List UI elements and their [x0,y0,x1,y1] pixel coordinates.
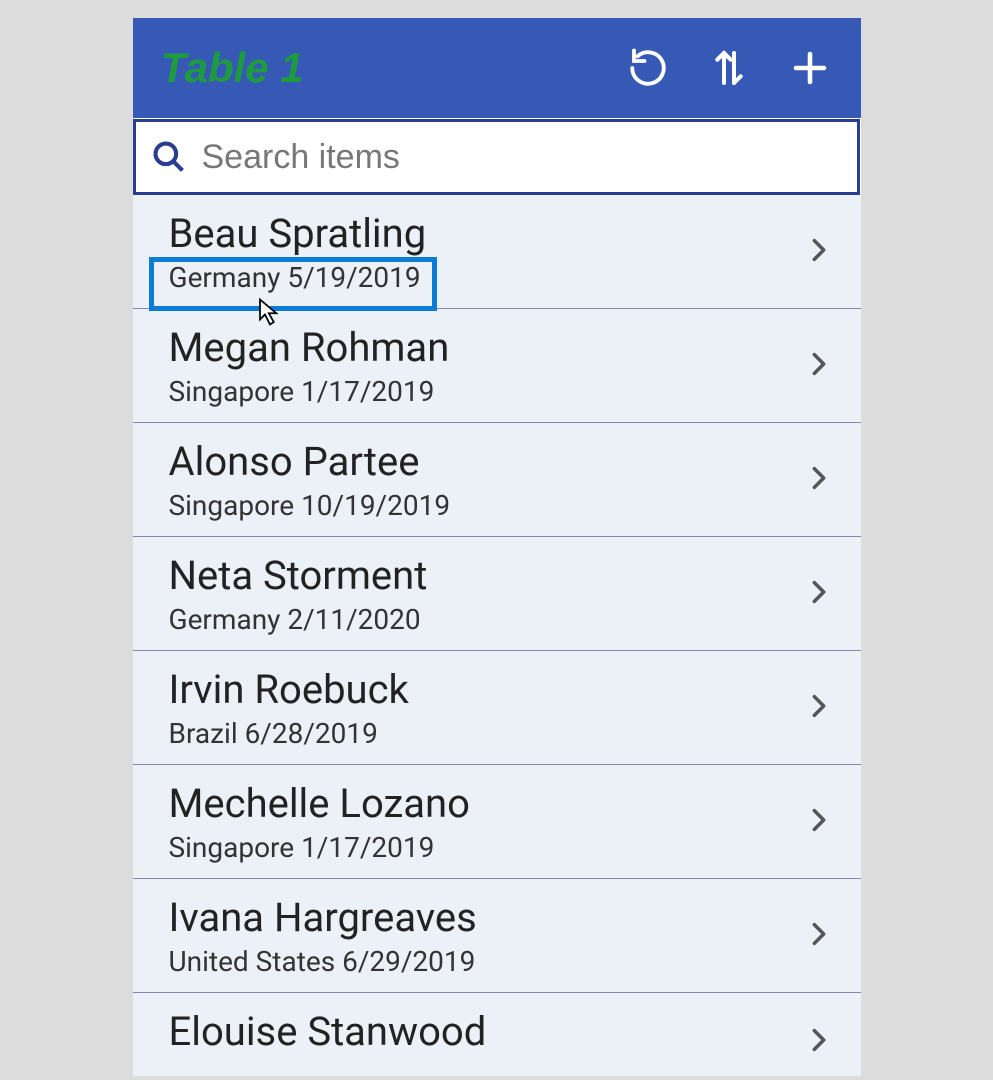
header-actions [627,46,841,90]
item-sub: Singapore 10/19/2019 [169,489,451,522]
list-item-body: Irvin Roebuck Brazil 6/28/2019 [169,665,805,750]
list-item[interactable]: Megan Rohman Singapore 1/17/2019 [133,309,861,423]
item-sub: Germany 2/11/2020 [169,603,421,636]
header: Table 1 [133,18,861,118]
chevron-right-icon [805,230,833,274]
list-item[interactable]: Beau Spratling Germany 5/19/2019 [133,195,861,309]
chevron-right-icon [805,344,833,388]
chevron-right-icon [805,686,833,730]
item-name: Beau Spratling [169,209,805,259]
item-name: Neta Storment [169,551,805,601]
list-item[interactable]: Mechelle Lozano Singapore 1/17/2019 [133,765,861,879]
add-icon[interactable] [789,47,831,89]
list-item[interactable]: Alonso Partee Singapore 10/19/2019 [133,423,861,537]
list-item[interactable]: Ivana Hargreaves United States 6/29/2019 [133,879,861,993]
item-name: Irvin Roebuck [169,665,805,715]
item-list: Beau Spratling Germany 5/19/2019 Megan R… [133,195,861,1076]
item-sub: Germany 5/19/2019 [169,261,421,294]
item-sub: Singapore 1/17/2019 [169,375,435,408]
item-sub: United States 6/29/2019 [169,945,476,978]
refresh-icon[interactable] [627,47,669,89]
chevron-right-icon [805,572,833,616]
item-name: Alonso Partee [169,437,805,487]
list-item-body: Mechelle Lozano Singapore 1/17/2019 [169,779,805,864]
list-item-body: Elouise Stanwood [169,1007,805,1076]
chevron-right-icon [805,1020,833,1064]
search-icon [150,138,188,176]
list-item[interactable]: Irvin Roebuck Brazil 6/28/2019 [133,651,861,765]
list-item-body: Alonso Partee Singapore 10/19/2019 [169,437,805,522]
item-sub: Brazil 6/28/2019 [169,717,378,750]
list-item-body: Ivana Hargreaves United States 6/29/2019 [169,893,805,978]
item-name: Elouise Stanwood [169,1007,805,1057]
list-item[interactable]: Neta Storment Germany 2/11/2020 [133,537,861,651]
item-name: Megan Rohman [169,323,805,373]
item-name: Ivana Hargreaves [169,893,805,943]
item-sub: Singapore 1/17/2019 [169,831,435,864]
app-frame: Table 1 Beau Spratling Germany 5/19/2019 [133,18,861,1076]
search-input[interactable] [202,138,857,177]
list-item[interactable]: Elouise Stanwood [133,993,861,1076]
list-item-body: Megan Rohman Singapore 1/17/2019 [169,323,805,408]
list-item-body: Neta Storment Germany 2/11/2020 [169,551,805,636]
search-bar [133,119,860,195]
chevron-right-icon [805,458,833,502]
list-item-body: Beau Spratling Germany 5/19/2019 [169,209,805,294]
item-name: Mechelle Lozano [169,779,805,829]
sort-icon[interactable] [709,46,749,90]
page-title: Table 1 [161,44,627,92]
chevron-right-icon [805,800,833,844]
chevron-right-icon [805,914,833,958]
